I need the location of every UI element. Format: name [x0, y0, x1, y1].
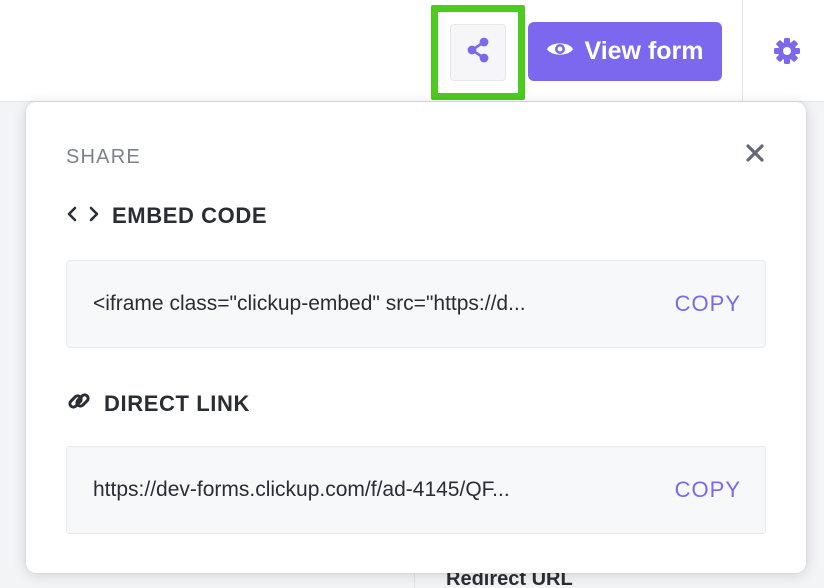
- direct-link-field[interactable]: https://dev-forms.clickup.com/f/ad-4145/…: [66, 446, 766, 534]
- toolbar-divider: [742, 0, 743, 102]
- eye-icon: [546, 37, 574, 66]
- settings-button[interactable]: [768, 34, 806, 72]
- close-icon: [746, 143, 764, 167]
- view-form-button[interactable]: View form: [528, 22, 722, 81]
- close-button[interactable]: [740, 140, 770, 170]
- share-button[interactable]: [450, 24, 506, 81]
- share-icon: [465, 36, 491, 69]
- form-builder-page: View form Redirect URL SHARE EMBED CODE …: [0, 0, 824, 588]
- direct-link-value[interactable]: https://dev-forms.clickup.com/f/ad-4145/…: [93, 447, 661, 533]
- direct-link-label: DIRECT LINK: [104, 391, 250, 416]
- share-popover: SHARE EMBED CODE <iframe class="clickup-…: [26, 102, 806, 573]
- embed-code-value[interactable]: <iframe class="clickup-embed" src="https…: [93, 261, 661, 347]
- copy-link-button[interactable]: COPY: [675, 447, 741, 533]
- embed-code-heading: EMBED CODE: [66, 203, 267, 229]
- view-form-label: View form: [584, 37, 704, 65]
- direct-link-heading: DIRECT LINK: [66, 388, 250, 420]
- top-toolbar: View form: [0, 0, 824, 102]
- code-icon: [66, 203, 100, 229]
- share-popover-title: SHARE: [66, 146, 141, 168]
- gear-icon: [773, 37, 801, 70]
- link-icon: [66, 388, 92, 420]
- copy-embed-button[interactable]: COPY: [675, 261, 741, 347]
- embed-code-label: EMBED CODE: [112, 203, 268, 228]
- embed-code-field[interactable]: <iframe class="clickup-embed" src="https…: [66, 260, 766, 348]
